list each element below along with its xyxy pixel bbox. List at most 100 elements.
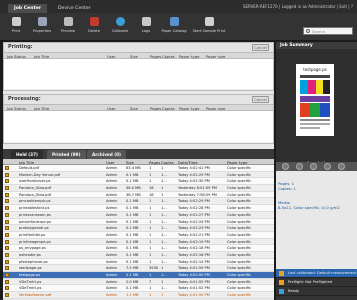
paper-catalog-button[interactable]: Paper Catalog <box>159 16 189 33</box>
table-row[interactable]: Modern-Day Venue.pdf Admin 0.1 MB 1 1... Toda… <box>3 171 274 179</box>
cell-ptype: Color specific <box>227 206 252 211</box>
cell-date: Today 4:01:52 PM <box>178 286 210 291</box>
delete-button[interactable]: Delete <box>81 16 107 33</box>
cell-title: startpage.ps <box>19 266 42 271</box>
held-lock-icon <box>5 192 9 197</box>
table-row[interactable]: startpage.ps Admin 7.5 MB 3930 1 Today 4:01:5… <box>3 265 274 272</box>
cell-title: printablesfont.ps <box>19 206 50 211</box>
preview-button[interactable]: Preview <box>55 16 81 33</box>
table-row[interactable]: VDeTmtrl.ps Admin 0.1 MB 1 1... Today 4:01:52… <box>3 285 274 293</box>
table-row[interactable]: printfontlist.ps Admin 0.1 MB 1 1... Today 4:… <box>3 231 274 239</box>
cell-copies: 1... <box>161 246 167 251</box>
table-row[interactable]: printablesfont.ps Admin 0.1 MB 1 1... Today 4… <box>3 205 274 212</box>
cell-date: Today 4:02:28 PM <box>178 206 210 211</box>
cell-user: Admin <box>106 212 118 217</box>
held-lock-icon <box>5 226 9 231</box>
table-row[interactable]: userfrontcover.ps Admin 0.1 MB 1 1... Today 4… <box>3 178 274 186</box>
table-row[interactable]: ps_envpage.ps Admin 0.1 MB 1 1... Today 4:02:… <box>3 245 274 252</box>
cell-copies: 1 <box>161 279 164 284</box>
tab-device-center[interactable]: Device Center <box>52 4 97 13</box>
held-lock-icon <box>5 273 9 277</box>
calibrate-button[interactable]: Calibrate <box>107 16 133 33</box>
processing-section: Processing: Cancel Job Status Job Title … <box>3 94 274 144</box>
logs-button[interactable]: Logs <box>133 16 159 33</box>
cell-title: Default.pdf <box>19 166 40 170</box>
print-button[interactable]: Print <box>3 16 29 33</box>
tab-printed[interactable]: Printed (99) <box>47 150 86 159</box>
cell-date: Today 4:02:30 PM <box>178 179 210 184</box>
cell-title: Pandora_Glow.pdf <box>19 186 52 191</box>
search-input[interactable]: Search <box>303 27 353 35</box>
last-page-button[interactable] <box>338 163 345 170</box>
alert-calibration[interactable]: Last calibrated: Default measurement <box>276 269 357 278</box>
job-info: Pages: 1 Copies: 1 <box>278 181 296 191</box>
table-row[interactable]: printscanseam.ps Admin 0.1 MB 1 1... Today 4:… <box>3 211 274 219</box>
printing-cancel-button[interactable]: Cancel <box>252 44 269 51</box>
cell-user: Admin <box>106 279 118 284</box>
cell-title: testpage.ps <box>19 273 41 277</box>
processing-cancel-button[interactable]: Cancel <box>252 96 269 103</box>
zoom-button[interactable] <box>310 163 317 170</box>
cell-size: 0.1 MB <box>126 259 139 264</box>
cell-date: Today 4:02:23 PM <box>178 226 210 231</box>
job-preview: testpage.ps Page 1 / 1 <box>276 49 357 165</box>
table-row[interactable]: Pandora_Glow.pdf Admin 36.7 MB 18 1 Yesterday… <box>3 191 274 199</box>
held-lock-icon <box>5 293 9 298</box>
cell-date: Today 4:01:59 PM <box>178 266 210 271</box>
cell-title: VDeTmtrl.ps <box>19 286 42 291</box>
preview-controls <box>276 162 357 171</box>
table-row[interactable]: Default.pdf Admin 83.4 MB 1 1 Today 4:02:41 P… <box>3 165 274 172</box>
first-page-button[interactable] <box>282 163 289 170</box>
paper-catalog-icon <box>169 17 179 26</box>
cell-copies: 1... <box>161 226 167 231</box>
table-row[interactable]: pfsstephoner.ps Admin 0.1 MB 1 1... Today 4:0… <box>3 258 274 266</box>
printing-section: Printing: Cancel Job Status Job Title Us… <box>3 42 274 91</box>
cell-title: userfrontcover.ps <box>19 179 51 184</box>
cell-pages: 1 <box>149 293 152 298</box>
cell-date: Today 4:02:16 PM <box>178 252 210 257</box>
table-row[interactable]: testpage.ps Admin 0.1 MB 1 1... Today 4:02:00… <box>3 272 274 279</box>
table-row[interactable]: VDeTmtrl.ps Admin 2.0 MB 7 1 Today 4:01:55 PM… <box>3 278 274 286</box>
delete-icon <box>89 17 99 26</box>
cell-title: VDeTmtrl.ps <box>19 279 42 284</box>
cell-ptype: Color specific <box>227 239 252 244</box>
next-page-button[interactable] <box>324 163 331 170</box>
tab-archived[interactable]: Archived (0) <box>87 150 126 159</box>
processing-title: Processing: <box>4 95 273 104</box>
table-row[interactable]: printimagenpe.ps Admin 0.1 MB 1 1... Today 4:… <box>3 238 274 246</box>
printing-title: Printing: <box>4 43 273 52</box>
cell-copies: 1... <box>161 206 167 211</box>
cell-pages: 1 <box>149 219 152 224</box>
cell-copies: 1... <box>161 212 167 217</box>
cell-date: Today 4:01:50 PM <box>178 293 210 298</box>
preview-page-thumbnail[interactable]: testpage.ps <box>296 64 334 136</box>
tab-job-center[interactable]: Job Center <box>8 4 48 13</box>
table-row[interactable]: peruerfontcopr.ps Admin 0.1 MB 1 1... Today 4… <box>3 218 274 226</box>
cell-title: Modern-Day Venue.pdf <box>19 172 61 177</box>
cell-size: 0.1 MB <box>126 179 139 184</box>
cell-user: Admin <box>106 179 118 184</box>
cell-size: 46.0 MB <box>126 186 141 191</box>
prev-page-button[interactable] <box>296 163 303 170</box>
job-summary-panel: Job Summary testpage.ps Page 1 / 1 <box>276 42 357 300</box>
cell-ptype: Color specific <box>227 279 252 284</box>
cell-title: prototypearel.ps <box>19 226 49 231</box>
table-row[interactable]: pmcooktemptr.ps Admin 0.1 MB 1 1... Today 4:0… <box>3 198 274 206</box>
cell-pages: 1 <box>149 212 152 217</box>
held-lock-icon <box>5 172 9 177</box>
table-row[interactable]: psheader.ps Admin 0.1 MB 1 1... Today 4:02:16… <box>3 251 274 259</box>
cell-title: peruerfontcopr.ps <box>19 219 51 224</box>
alert-preflight[interactable]: Preflight: Not Preflighted <box>276 278 357 287</box>
alert-ready[interactable]: Ready <box>276 287 357 296</box>
cell-size: 0.1 MB <box>126 232 139 237</box>
job-summary-title: Job Summary <box>276 42 357 49</box>
tab-held[interactable]: Held (37) <box>11 150 43 159</box>
table-row[interactable]: Verklaufsserie.pdf Admin 1.1 MB 1 1 Today 4:0… <box>3 292 274 299</box>
cell-pages: 1 <box>149 286 152 291</box>
cell-user: Admin <box>106 259 118 264</box>
cell-user: Admin <box>106 293 118 298</box>
sample-print-button[interactable]: Start Sample Print <box>191 16 227 33</box>
table-row[interactable]: prototypearel.ps Admin 0.1 MB 1 1... Today 4:… <box>3 225 274 232</box>
table-row[interactable]: Pandora_Glow.pdf Admin 46.0 MB 18 1 Yesterday… <box>3 185 274 192</box>
properties-button[interactable]: Properties <box>29 16 55 33</box>
